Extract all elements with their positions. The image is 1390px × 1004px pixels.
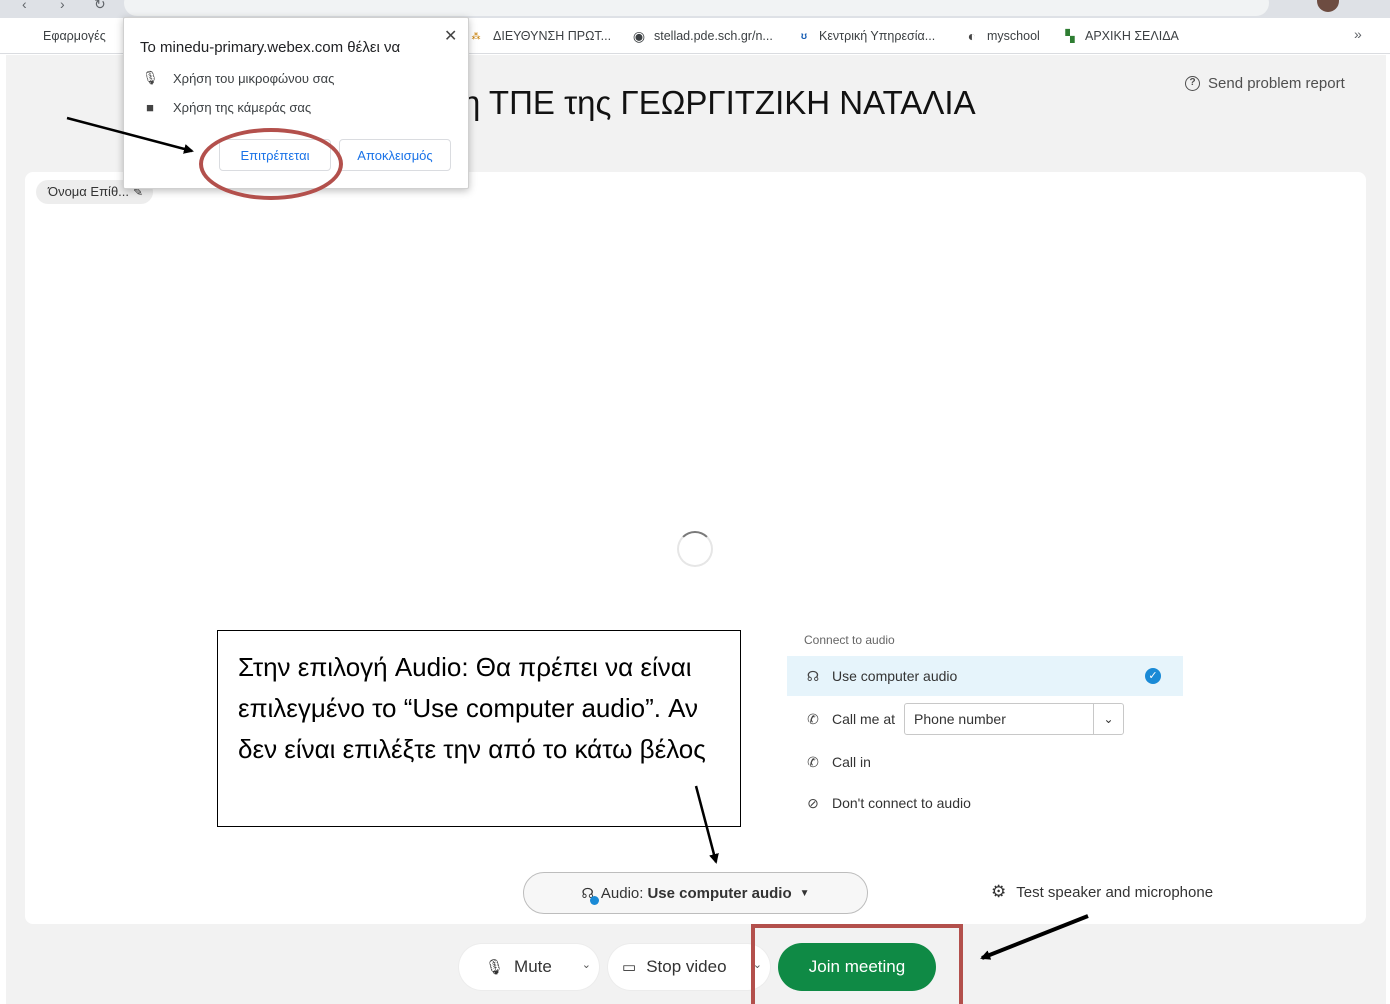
forward-icon[interactable]: › — [60, 0, 65, 12]
option-call-in[interactable]: ✆ Call in — [787, 742, 1183, 782]
apps-grid-icon — [20, 28, 36, 44]
display-name-label: Όνομα Επίθ... — [48, 184, 130, 199]
back-icon[interactable]: ‹ — [22, 0, 27, 12]
browser-toolbar: ‹ › ↻ — [0, 0, 1390, 18]
chevron-down-icon[interactable]: ⌄ — [582, 958, 591, 971]
option-label: Call in — [832, 754, 871, 770]
highlight-rectangle — [751, 924, 963, 1004]
bookmark-label: Κεντρική Υπηρεσία... — [819, 29, 936, 43]
permission-microphone: 🎙 Χρήση του μικροφώνου σας — [142, 70, 334, 86]
close-icon[interactable]: ✕ — [444, 26, 457, 46]
microphone-icon: 🎙 — [485, 959, 505, 976]
bookmark-item[interactable]: ◉ stellad.pde.sch.gr/n... — [631, 27, 773, 45]
permission-label: Χρήση του μικροφώνου σας — [173, 70, 335, 86]
site-icon: ⁂ — [471, 30, 481, 41]
option-label: Call me at — [832, 711, 896, 727]
audio-selector-button[interactable]: ☊ Audio: Use computer audio ▼ — [523, 872, 868, 914]
audio-connection-menu: Connect to audio ☊ Use computer audio ✓ … — [787, 627, 1183, 829]
send-problem-report-link[interactable]: ? Send problem report — [1185, 75, 1345, 92]
headset-icon: ☊ — [581, 885, 599, 905]
block-button[interactable]: Αποκλεισμός — [339, 139, 451, 171]
site-icon: ▚ — [1065, 29, 1075, 43]
profile-avatar[interactable] — [1317, 0, 1339, 12]
bookmark-label: ΑΡΧΙΚΗ ΣΕΛΙΔΑ — [1085, 29, 1179, 43]
bookmark-item[interactable]: ʊ Κεντρική Υπηρεσία... — [796, 27, 935, 45]
mute-label: Mute — [514, 957, 552, 976]
reload-icon[interactable]: ↻ — [94, 0, 106, 13]
gear-icon: ⚙ — [991, 882, 1007, 901]
option-label: Use computer audio — [832, 668, 958, 684]
instruction-note: Στην επιλογή Audio: Θα πρέπει να είναι ε… — [217, 630, 741, 827]
more-bookmarks-icon[interactable]: » — [1354, 26, 1362, 42]
audio-menu-header: Connect to audio — [804, 633, 895, 647]
caret-down-icon: ▼ — [799, 887, 810, 899]
headset-icon: ☊ — [806, 667, 820, 684]
chevron-down-icon[interactable]: ⌄ — [1093, 704, 1123, 734]
bookmark-label: myschool — [987, 29, 1040, 43]
globe-icon: ◐ — [967, 28, 977, 44]
bookmark-label: Εφαρμογές — [43, 29, 106, 43]
mute-button[interactable]: 🎙 Mute ⌄ — [459, 944, 599, 990]
microphone-icon: 🎙 — [142, 70, 159, 85]
option-label: Don't connect to audio — [832, 795, 971, 811]
option-use-computer-audio[interactable]: ☊ Use computer audio ✓ — [787, 656, 1183, 696]
bookmark-item[interactable]: ▚ ΑΡΧΙΚΗ ΣΕΛΙΔΑ — [1062, 27, 1179, 45]
phone-outgoing-icon: ✆ — [807, 710, 819, 727]
option-call-me-at[interactable]: ✆ Call me at Phone number ⌄ — [787, 699, 1183, 739]
page-title: η ΤΠΕ της ΓΕΩΡΓΙΤΖΙΚΗ ΝΑΤΑΛΙΑ — [462, 84, 976, 121]
camera-icon: ■ — [146, 100, 154, 115]
site-icon: ʊ — [800, 30, 808, 42]
video-camera-icon: ▭ — [622, 959, 637, 976]
permission-label: Χρήση της κάμεράς σας — [173, 100, 312, 115]
test-speaker-label: Test speaker and microphone — [1016, 883, 1214, 901]
permission-question: Το minedu-primary.webex.com θέλει να — [140, 39, 401, 56]
prohibited-icon: ⊘ — [807, 794, 819, 811]
bookmark-apps[interactable]: Εφαρμογές — [20, 27, 106, 45]
highlight-ellipse — [199, 128, 343, 200]
stop-video-button[interactable]: ▭ Stop video ⌄ — [608, 944, 770, 990]
phone-incoming-icon: ✆ — [807, 753, 819, 770]
address-bar[interactable] — [124, 0, 1269, 16]
phone-number-field[interactable]: Phone number ⌄ — [904, 703, 1125, 735]
help-icon: ? — [1185, 76, 1200, 91]
bookmark-item[interactable]: ⁂ ΔΙΕΥΘΥΝΣΗ ΠΡΩΤ... — [466, 27, 612, 45]
option-dont-connect-audio[interactable]: ⊘ Don't connect to audio — [787, 783, 1183, 823]
bookmark-label: ΔΙΕΥΘΥΝΣΗ ΠΡΩΤ... — [493, 29, 612, 43]
phone-number-placeholder: Phone number — [914, 711, 1006, 727]
loading-spinner — [677, 531, 713, 567]
problem-report-label: Send problem report — [1208, 75, 1345, 92]
test-speaker-microphone-link[interactable]: ⚙ Test speaker and microphone — [991, 882, 1213, 902]
target-icon: ◉ — [632, 27, 646, 44]
stop-video-label: Stop video — [646, 957, 727, 976]
bookmark-item[interactable]: ◐ myschool — [964, 27, 1040, 45]
checkmark-icon: ✓ — [1145, 668, 1161, 684]
bookmark-label: stellad.pde.sch.gr/n... — [654, 29, 773, 43]
audio-value: Use computer audio — [647, 884, 792, 902]
permission-camera: ■ Χρήση της κάμεράς σας — [142, 100, 311, 115]
audio-label: Audio: — [600, 884, 644, 902]
